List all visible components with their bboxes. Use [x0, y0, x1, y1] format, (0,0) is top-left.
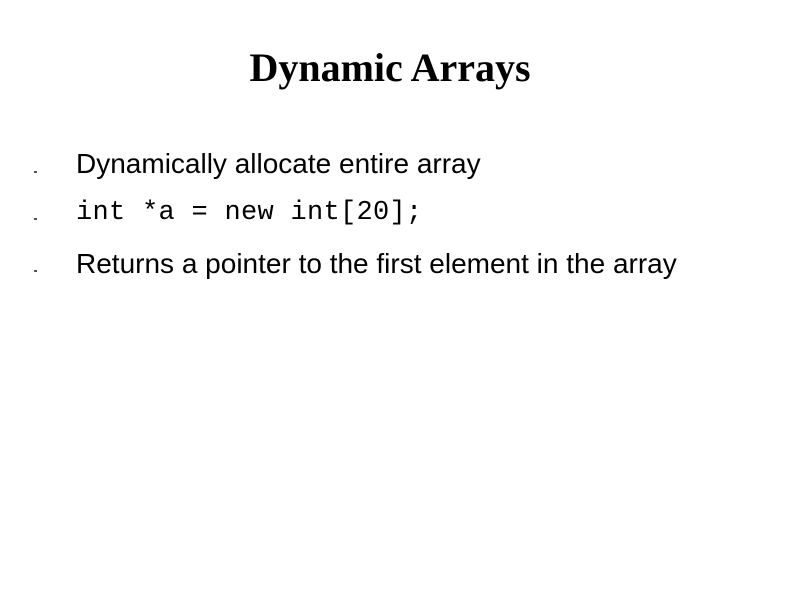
bullet-item-code: int *a = new int[20];	[0, 193, 794, 233]
bullet-icon	[34, 171, 37, 173]
bullet-item: Dynamically allocate entire array	[0, 144, 794, 184]
bullet-text: Returns a pointer to the first element i…	[76, 248, 677, 279]
slide-title: Dynamic Arrays	[249, 45, 531, 90]
bullet-text: Dynamically allocate entire array	[76, 148, 481, 179]
bullet-icon	[34, 218, 37, 220]
bullet-icon	[34, 270, 37, 272]
slide: Dynamic Arrays Dynamically allocate enti…	[0, 0, 794, 595]
code-snippet: int *a = new int[20];	[76, 198, 423, 228]
bullet-item: Returns a pointer to the first element i…	[0, 244, 794, 284]
